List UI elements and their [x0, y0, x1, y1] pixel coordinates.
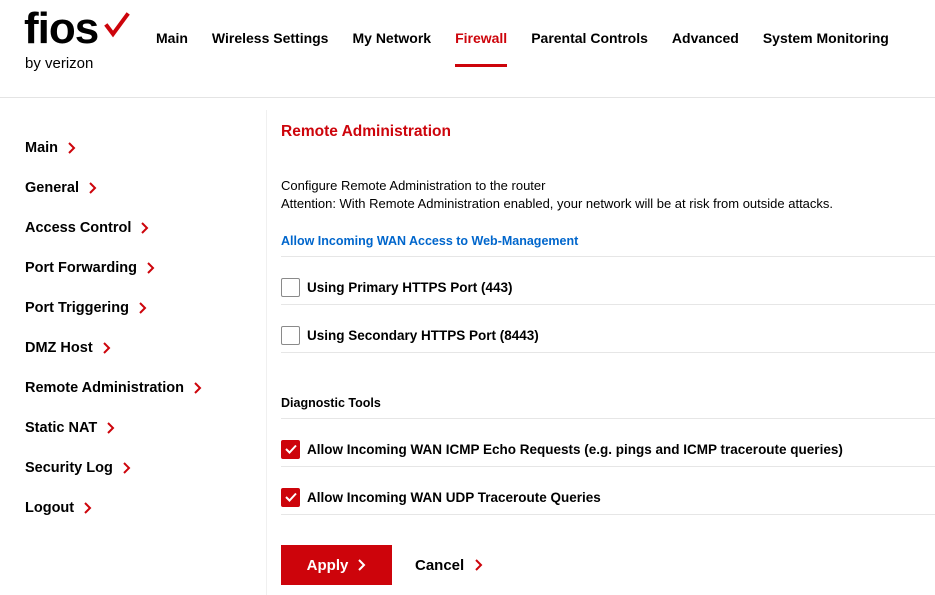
udp-traceroute-option[interactable]: Allow Incoming WAN UDP Traceroute Querie…	[281, 485, 601, 509]
wan-access-link[interactable]: Allow Incoming WAN Access to Web-Managem…	[281, 234, 578, 248]
sidebar-item-label: DMZ Host	[25, 340, 93, 356]
divider	[281, 418, 935, 419]
checkmark-logo-icon	[102, 12, 130, 40]
nav-system-monitoring[interactable]: System Monitoring	[763, 29, 889, 69]
sidebar-item-label: Port Triggering	[25, 300, 129, 316]
sidebar-item-label: Static NAT	[25, 420, 97, 436]
chevron-right-icon	[138, 302, 147, 314]
divider	[281, 352, 935, 353]
secondary-https-label: Using Secondary HTTPS Port (8443)	[307, 328, 539, 343]
primary-https-checkbox[interactable]	[281, 278, 300, 297]
nav-my-network[interactable]: My Network	[352, 29, 431, 69]
logo-word: fios	[24, 4, 98, 54]
nav-firewall[interactable]: Firewall	[455, 29, 507, 69]
chevron-right-icon	[102, 342, 111, 354]
secondary-https-checkbox[interactable]	[281, 326, 300, 345]
sidebar-item-label: Main	[25, 140, 58, 156]
sidebar-item-label: Remote Administration	[25, 380, 184, 396]
sidebar-item-port-forwarding[interactable]: Port Forwarding	[25, 248, 255, 288]
fios-logo[interactable]: fios by verizon	[24, 10, 134, 74]
sidebar-item-port-triggering[interactable]: Port Triggering	[25, 288, 255, 328]
chevron-right-icon	[193, 382, 202, 394]
sidebar-item-dmz-host[interactable]: DMZ Host	[25, 328, 255, 368]
icmp-echo-checkbox[interactable]	[281, 440, 300, 459]
apply-button[interactable]: Apply	[281, 545, 392, 585]
sidebar-item-label: Access Control	[25, 220, 131, 236]
secondary-https-port-option[interactable]: Using Secondary HTTPS Port (8443)	[281, 323, 539, 347]
sidebar-item-security-log[interactable]: Security Log	[25, 448, 255, 488]
chevron-right-icon	[67, 142, 76, 154]
nav-advanced[interactable]: Advanced	[672, 29, 739, 69]
sidebar-item-logout[interactable]: Logout	[25, 488, 255, 528]
header: fios by verizon Main Wireless Settings M…	[0, 0, 935, 98]
chevron-right-icon	[146, 262, 155, 274]
cancel-button[interactable]: Cancel	[415, 545, 483, 585]
sidebar-item-general[interactable]: General	[25, 168, 255, 208]
chevron-right-icon	[83, 502, 92, 514]
page-description: Configure Remote Administration to the r…	[281, 178, 545, 193]
chevron-right-icon	[474, 559, 483, 571]
sidebar-item-label: Logout	[25, 500, 74, 516]
content-divider	[266, 110, 267, 595]
checkmark-icon	[285, 444, 297, 454]
primary-https-label: Using Primary HTTPS Port (443)	[307, 280, 513, 295]
sidebar: Main General Access Control Port Forward…	[25, 128, 255, 528]
nav-main[interactable]: Main	[156, 29, 188, 69]
nav-wireless-settings[interactable]: Wireless Settings	[212, 29, 329, 69]
logo-subtitle: by verizon	[25, 55, 93, 72]
udp-traceroute-checkbox[interactable]	[281, 488, 300, 507]
chevron-right-icon	[122, 462, 131, 474]
icmp-echo-option[interactable]: Allow Incoming WAN ICMP Echo Requests (e…	[281, 437, 843, 461]
sidebar-item-static-nat[interactable]: Static NAT	[25, 408, 255, 448]
sidebar-item-access-control[interactable]: Access Control	[25, 208, 255, 248]
cancel-label: Cancel	[415, 557, 464, 574]
sidebar-item-remote-administration[interactable]: Remote Administration	[25, 368, 255, 408]
udp-traceroute-label: Allow Incoming WAN UDP Traceroute Querie…	[307, 490, 601, 505]
divider	[281, 514, 935, 515]
top-nav: Main Wireless Settings My Network Firewa…	[156, 29, 913, 69]
chevron-right-icon	[88, 182, 97, 194]
checkmark-icon	[285, 492, 297, 502]
sidebar-item-label: Port Forwarding	[25, 260, 137, 276]
sidebar-item-label: General	[25, 180, 79, 196]
sidebar-item-label: Security Log	[25, 460, 113, 476]
nav-parental-controls[interactable]: Parental Controls	[531, 29, 648, 69]
sidebar-item-main[interactable]: Main	[25, 128, 255, 168]
divider	[281, 256, 935, 257]
chevron-right-icon	[106, 422, 115, 434]
apply-label: Apply	[307, 557, 349, 574]
icmp-echo-label: Allow Incoming WAN ICMP Echo Requests (e…	[307, 442, 843, 457]
page-title: Remote Administration	[281, 123, 451, 141]
divider	[281, 466, 935, 467]
chevron-right-icon	[357, 559, 366, 571]
diagnostic-tools-heading: Diagnostic Tools	[281, 396, 381, 410]
chevron-right-icon	[140, 222, 149, 234]
attention-note: Attention: With Remote Administration en…	[281, 196, 833, 211]
primary-https-port-option[interactable]: Using Primary HTTPS Port (443)	[281, 275, 513, 299]
divider	[281, 304, 935, 305]
